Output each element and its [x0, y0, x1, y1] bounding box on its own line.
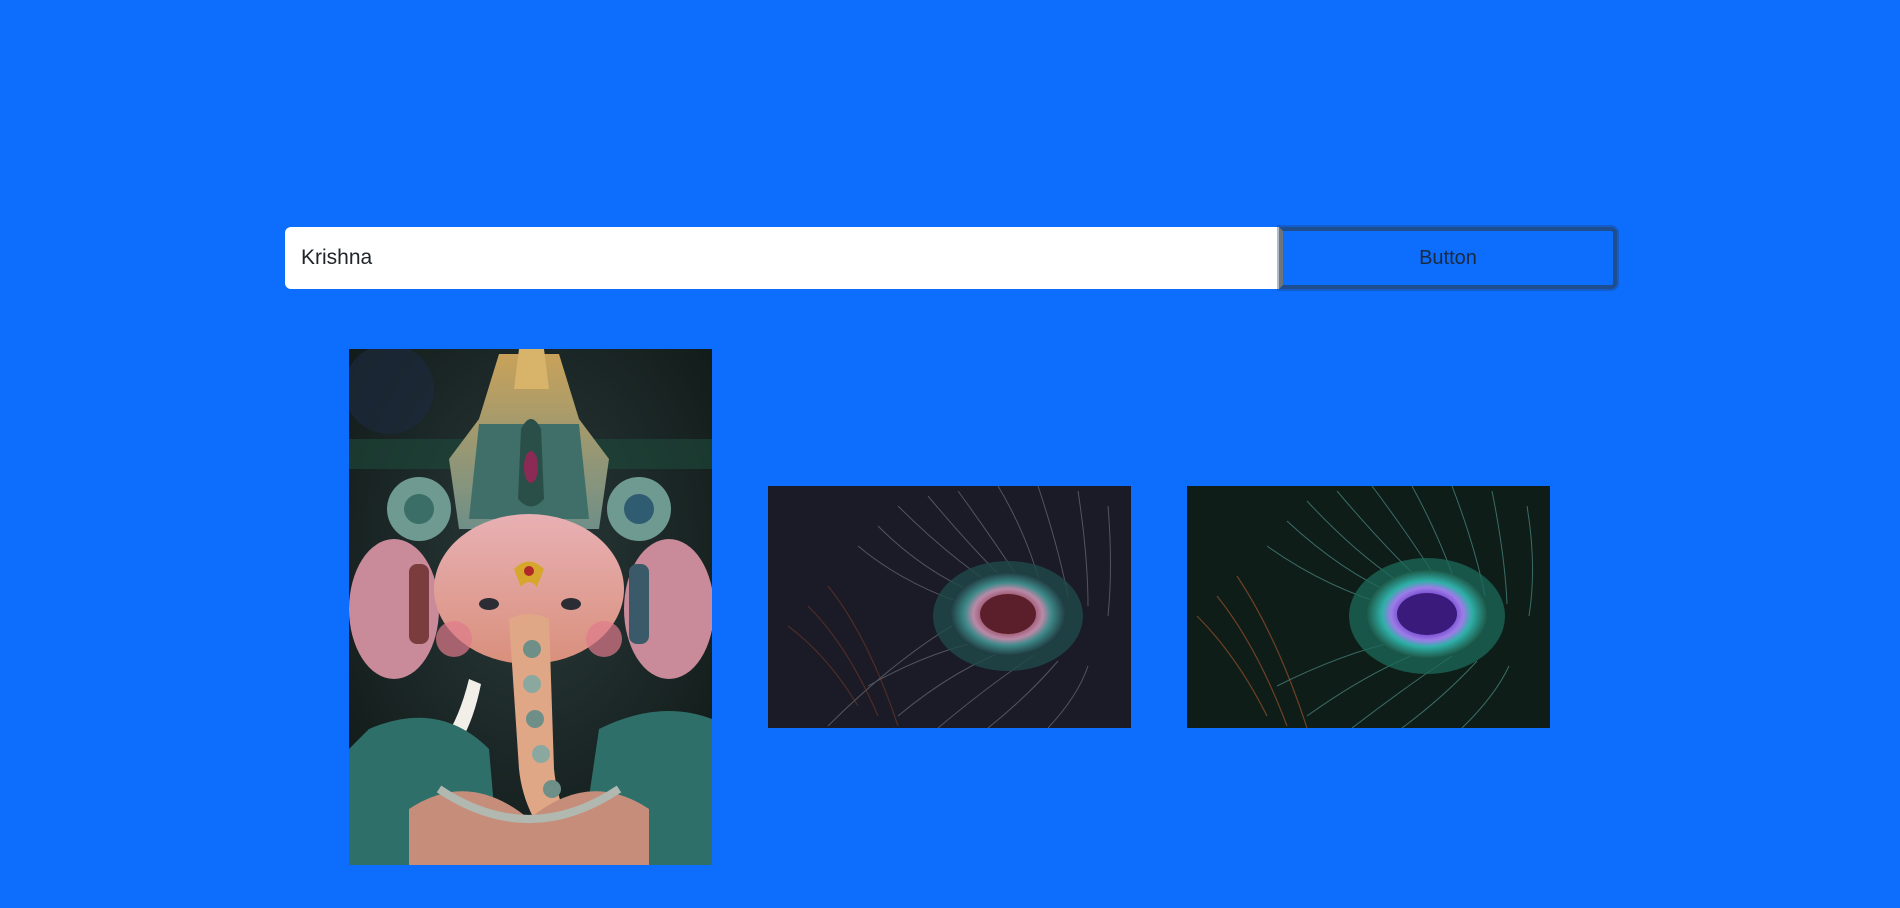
search-button[interactable]: Button: [1279, 227, 1617, 289]
ganesha-idol-image: [349, 349, 712, 865]
result-image-feather-1[interactable]: [768, 486, 1131, 728]
search-input[interactable]: [285, 227, 1279, 289]
result-image-feather-2[interactable]: [1187, 486, 1550, 728]
peacock-feather-image: [1187, 486, 1550, 728]
peacock-feather-image: [768, 486, 1131, 728]
search-bar: Button: [285, 227, 1617, 289]
page: Button: [0, 0, 1900, 908]
result-image-ganesha[interactable]: [349, 349, 712, 865]
